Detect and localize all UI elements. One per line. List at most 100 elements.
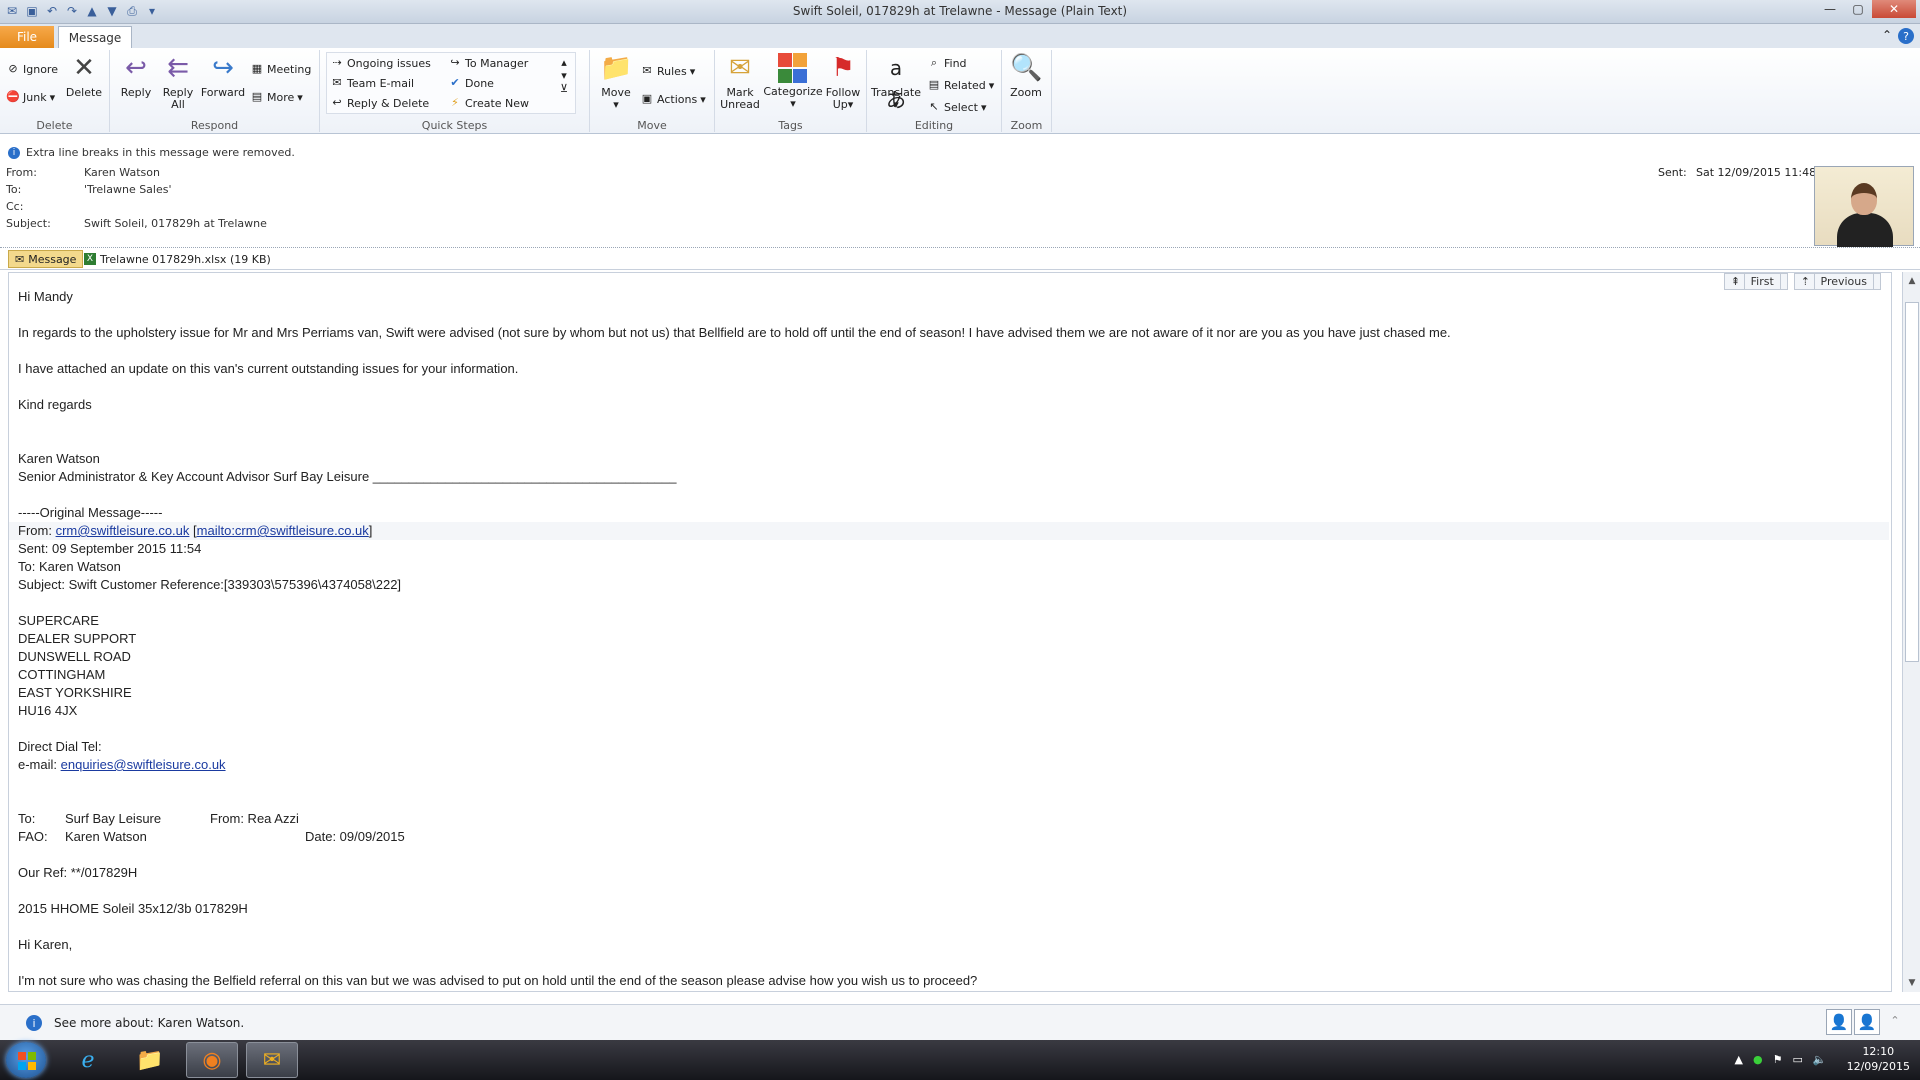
quick-step-create-new[interactable]: ⚡ Create New [448,96,529,110]
body-line: In regards to the upholstery issue for M… [18,325,1451,340]
scroll-up-icon[interactable]: ▲ [1905,274,1919,288]
outlook-icon[interactable]: ✉ [246,1042,298,1078]
group-label-editing: Editing [914,119,954,132]
crm-mailto-link[interactable]: mailto:crm@swiftleisure.co.uk [197,523,369,538]
tab-file[interactable]: File [0,26,54,48]
rules-button[interactable]: ✉ Rules ▾ [640,64,695,78]
person-icon[interactable]: 👤 [1854,1009,1880,1035]
ignore-icon: ⊘ [8,62,18,75]
categorize-button[interactable]: Categorize ▾ [763,52,823,110]
quick-step-team-email[interactable]: ✉ Team E-mail [330,76,414,90]
dropdown-arrow-icon: ▾ [613,98,619,111]
expand-icon[interactable]: ⌃ [1882,1009,1908,1035]
file-explorer-icon[interactable]: 📁 [124,1042,176,1078]
sender-photo[interactable] [1814,166,1914,247]
scroll-thumb[interactable] [1905,302,1919,662]
delete-button[interactable]: ✕ Delete [64,52,104,99]
junk-button[interactable]: ⛔ Junk ▾ [6,90,55,104]
scroll-down-icon[interactable]: ▼ [1905,976,1919,990]
envelope-icon: ✉ [15,252,25,266]
message-tab[interactable]: ✉ Message [8,250,84,268]
internet-explorer-icon[interactable]: ℯ [62,1042,114,1078]
zoom-button[interactable]: 🔍 Zoom [1006,52,1046,99]
collapse-ribbon-icon[interactable]: ⌃ [1882,28,1892,44]
rules-icon: ✉ [642,64,652,77]
attachment-file[interactable]: X Trelawne 017829h.xlsx (19 KB) [84,250,271,268]
actions-button[interactable]: ▣ Actions ▾ [640,92,706,106]
help-icon[interactable]: ? [1898,28,1914,44]
maximize-button[interactable]: ▢ [1844,0,1872,18]
show-hidden-icons[interactable]: ▲ [1735,1053,1743,1066]
person-icon[interactable]: 👤 [1826,1009,1852,1035]
move-button[interactable]: 📁 Move ▾ [594,52,638,111]
group-label-quick-steps: Quick Steps [421,119,488,132]
quick-step-done[interactable]: ✔ Done [448,76,494,90]
quick-step-ongoing-issues[interactable]: ⇢ Ongoing issues [330,56,430,70]
original-sent: Sent: 09 September 2015 11:54 [18,541,202,556]
dropdown-arrow-icon: ▾ [893,98,899,111]
junk-icon: ⛔ [6,90,20,103]
forward-button[interactable]: ↪ Forward [200,52,246,99]
tab-message[interactable]: Message [58,26,132,48]
follow-up-button[interactable]: ⚑ Follow Up▾ [823,52,863,111]
dropdown-arrow-icon: ▾ [700,92,706,106]
binoculars-icon: ⌕ [930,56,938,69]
group-zoom: 🔍 Zoom Zoom [1002,50,1052,132]
info-bar[interactable]: i Extra line breaks in this message were… [8,146,295,159]
first-button[interactable]: ⇞ First [1723,273,1788,290]
categorize-icon [778,53,808,83]
mark-unread-button[interactable]: ✉ Mark Unread [717,52,763,111]
reply-all-button[interactable]: ⇇ Reply All [158,52,198,111]
to-label: To: [18,811,36,826]
action-center-flag-icon[interactable]: ⚑ [1773,1053,1783,1066]
group-quick-steps: ⇢ Ongoing issues ✉ Team E-mail ↩ Reply & De… [320,50,590,132]
crm-email-link[interactable]: crm@swiftleisure.co.uk [56,523,190,538]
quick-steps-scroll[interactable]: ▴ ▾ ⊻ [560,56,568,95]
more-button[interactable]: ▤ More ▾ [250,90,303,104]
to-value[interactable]: 'Trelawne Sales' [84,183,172,196]
minimize-button[interactable]: — [1816,0,1844,18]
message-header: i Extra line breaks in this message were… [0,134,1920,248]
clock[interactable]: 12:10 12/09/2015 [1847,1044,1910,1074]
excel-icon: X [84,253,96,265]
network-icon[interactable]: ▭ [1792,1053,1802,1066]
address-line: SUPERCARE [18,613,99,628]
select-button[interactable]: ↖ Select ▾ [927,100,986,114]
sent-value: Sat 12/09/2015 11:48 [1696,166,1817,179]
move-folder-icon: 📁 [600,53,633,83]
start-button[interactable] [6,1042,46,1078]
status-green-icon[interactable]: ● [1753,1053,1763,1066]
reply-delete-icon: ↩ [332,96,342,109]
ignore-button[interactable]: ⊘ Ignore [6,62,58,76]
system-tray: ▲ ● ⚑ ▭ 🔈 12:10 12/09/2015 [1735,1044,1910,1074]
vertical-scrollbar[interactable]: ▲ ▼ [1902,272,1920,992]
people-pane: i See more about: Karen Watson. 👤 👤 ⌃ [0,1004,1920,1040]
related-button[interactable]: ▤ Related ▾ [927,78,995,92]
actions-icon: ▣ [641,92,653,105]
quick-step-to-manager[interactable]: ↪ To Manager [448,56,528,70]
close-button[interactable]: ✕ [1872,0,1916,18]
volume-icon[interactable]: 🔈 [1813,1053,1827,1066]
checkmark-icon: ✔ [450,76,460,89]
original-message-divider: -----Original Message----- [18,505,163,520]
group-label-delete: Delete [36,119,73,132]
reply-button[interactable]: ↩ Reply [116,52,156,99]
group-label-move: Move [637,119,667,132]
from-value[interactable]: Karen Watson [84,166,160,179]
body-line: Kind regards [18,397,92,412]
people-pane-info[interactable]: i See more about: Karen Watson. [26,1015,244,1031]
translate-button[interactable]: aあ Translate ▾ [869,52,923,112]
quick-step-reply-delete[interactable]: ↩ Reply & Delete [330,96,429,110]
find-button[interactable]: ⌕ Find [927,56,967,70]
original-from: From: crm@swiftleisure.co.uk [mailto:crm… [18,523,373,538]
meeting-button[interactable]: ▦ Meeting [250,62,312,76]
subject-label: Subject: [6,217,51,230]
from-label: From: [6,166,37,179]
message-body[interactable]: ⇞ First ⇡ Previous Hi Mandy In regards t… [8,272,1892,992]
address-line: COTTINGHAM [18,667,106,682]
group-respond: ↩ Reply ⇇ Reply All ↪ Forward ▦ Meeting ▤ More… [110,50,320,132]
previous-button[interactable]: ⇡ Previous [1793,273,1881,290]
firefox-icon[interactable]: ◉ [186,1042,238,1078]
enquiries-email-link[interactable]: enquiries@swiftleisure.co.uk [61,757,226,772]
dropdown-arrow-icon: ▾ [980,100,987,114]
